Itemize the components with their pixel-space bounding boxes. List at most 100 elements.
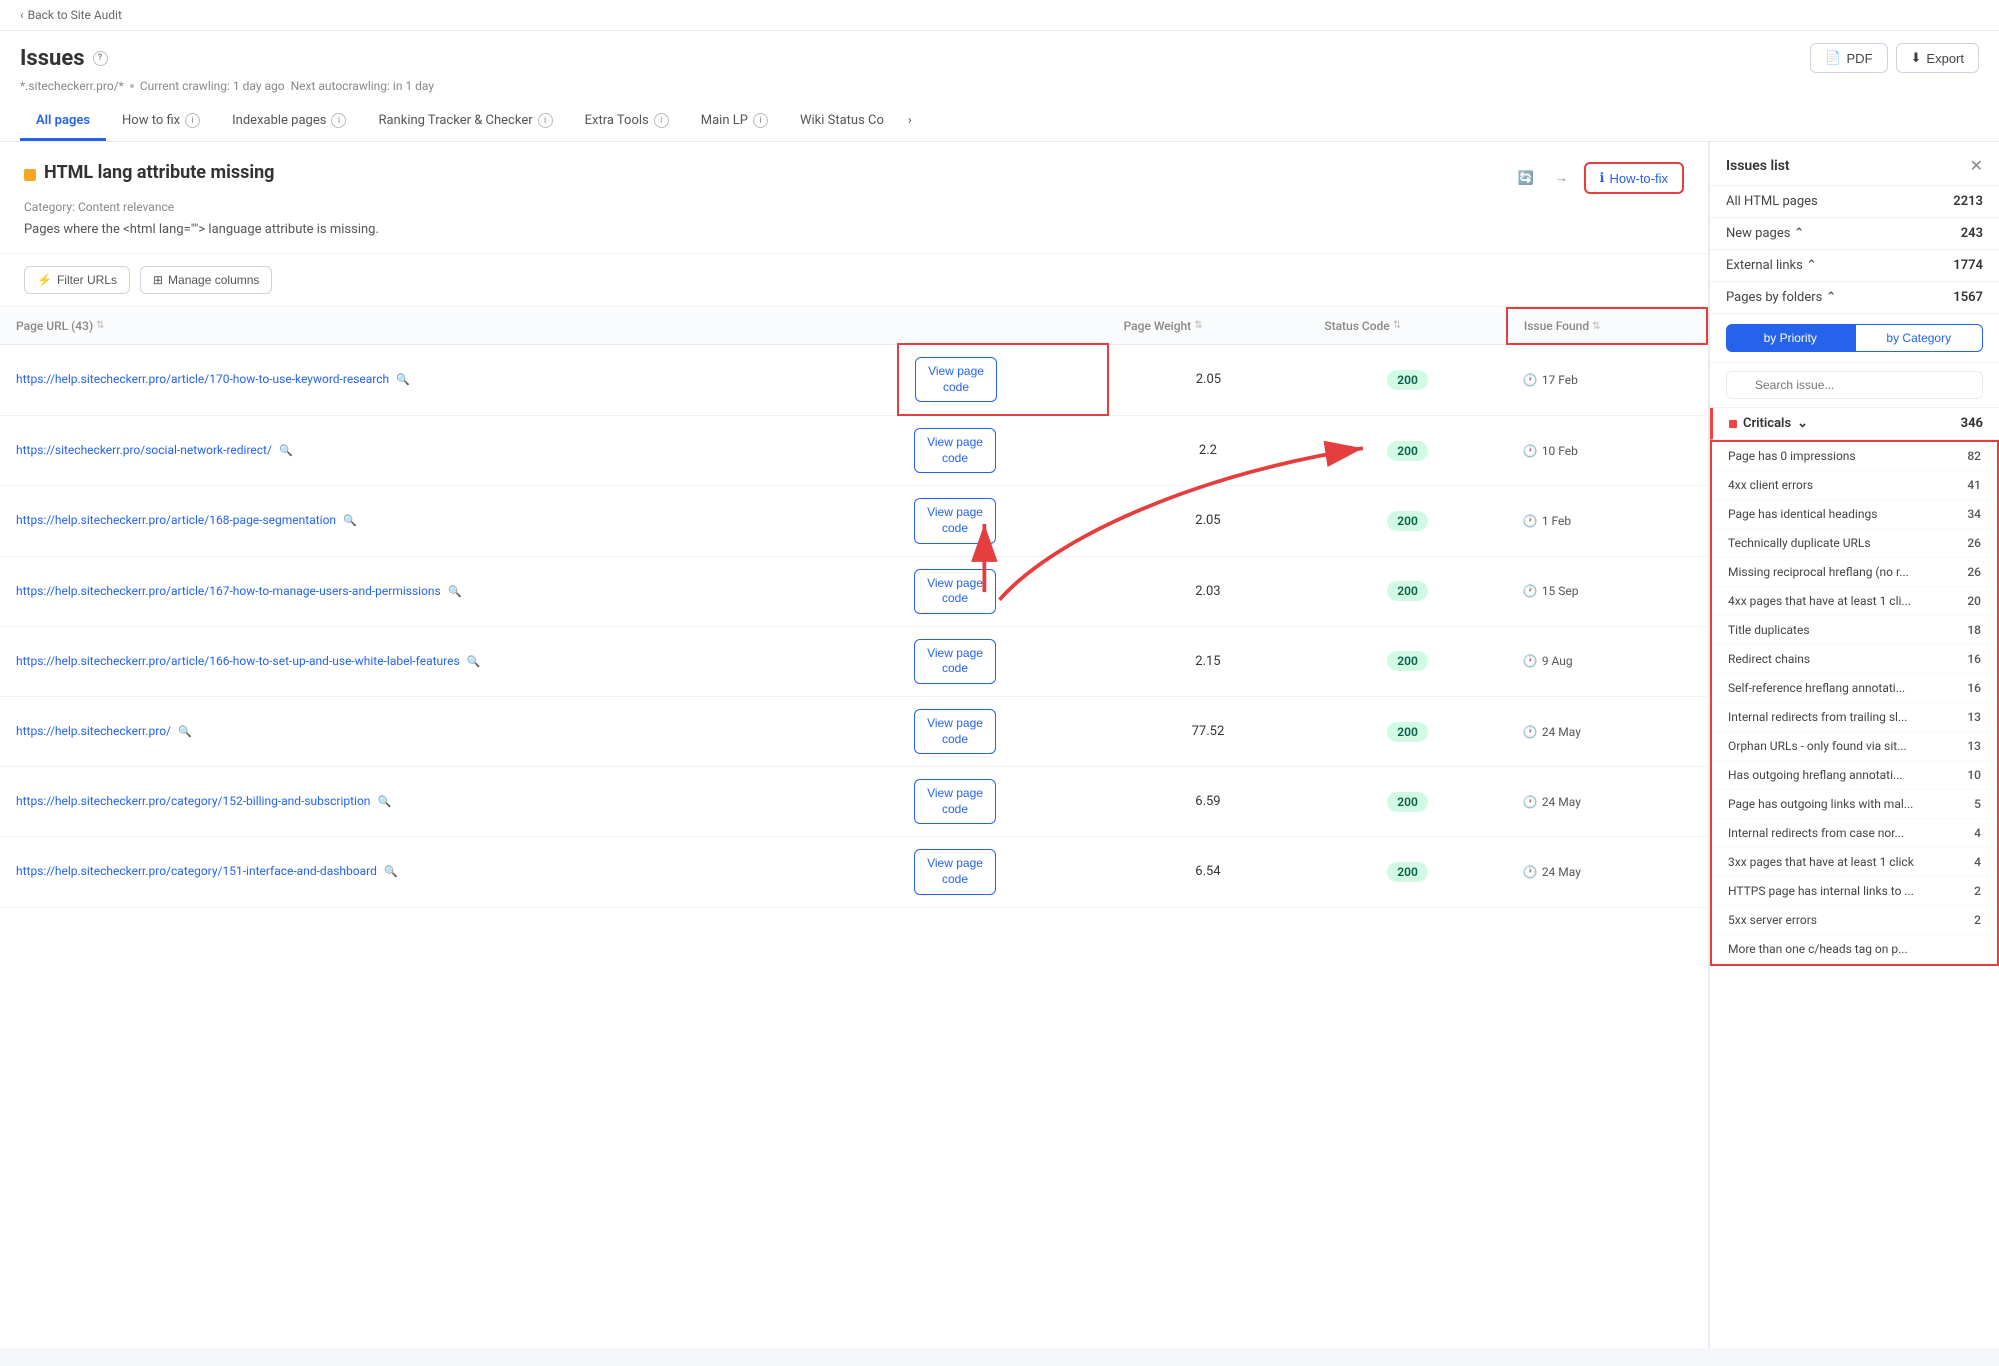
issue-item[interactable]: 3xx pages that have at least 1 click 4 bbox=[1712, 848, 1997, 877]
issue-item[interactable]: 5xx server errors 2 bbox=[1712, 906, 1997, 935]
col-status[interactable]: Status Code ⇅ bbox=[1308, 308, 1507, 344]
url-cell: https://help.sitecheckerr.pro/article/16… bbox=[0, 486, 898, 556]
back-link[interactable]: ‹ Back to Site Audit bbox=[20, 8, 122, 22]
issue-item-count: 26 bbox=[1967, 536, 1981, 550]
clock-icon: 🕐 bbox=[1523, 514, 1538, 528]
issue-item[interactable]: Internal redirects from trailing sl... 1… bbox=[1712, 703, 1997, 732]
url-link[interactable]: https://help.sitecheckerr.pro/article/17… bbox=[16, 372, 389, 386]
issue-item-count: 18 bbox=[1967, 623, 1981, 637]
issue-item-label: 3xx pages that have at least 1 click bbox=[1728, 855, 1914, 869]
tabs-more-button[interactable]: › bbox=[900, 103, 920, 141]
issue-item[interactable]: 4xx client errors 41 bbox=[1712, 471, 1997, 500]
url-link[interactable]: https://help.sitecheckerr.pro/category/1… bbox=[16, 794, 370, 808]
new-pages-count: 243 bbox=[1961, 226, 1983, 241]
issue-item-count: 16 bbox=[1967, 652, 1981, 666]
search-input[interactable] bbox=[1726, 371, 1983, 399]
by-category-tab[interactable]: by Category bbox=[1855, 324, 1984, 352]
view-page-code-button[interactable]: View pagecode bbox=[914, 849, 996, 894]
refresh-icon[interactable]: 🔄 bbox=[1512, 164, 1540, 192]
view-page-code-button[interactable]: View pagecode bbox=[915, 357, 997, 402]
table-row: https://help.sitecheckerr.pro/ 🔍 View pa… bbox=[0, 696, 1707, 766]
url-link[interactable]: https://help.sitecheckerr.pro/category/1… bbox=[16, 864, 377, 878]
tab-extra-tools[interactable]: Extra Tools i bbox=[569, 103, 685, 141]
weight-cell: 2.05 bbox=[1108, 344, 1309, 415]
view-page-code-button[interactable]: View pagecode bbox=[914, 498, 996, 543]
issue-item[interactable]: Missing reciprocal hreflang (no r... 26 bbox=[1712, 558, 1997, 587]
issue-item-count: 10 bbox=[1967, 768, 1981, 782]
issue-item[interactable]: Page has identical headings 34 bbox=[1712, 500, 1997, 529]
view-page-code-button[interactable]: View pagecode bbox=[914, 639, 996, 684]
tab-ranking-tracker[interactable]: Ranking Tracker & Checker i bbox=[362, 103, 568, 141]
issue-item-count: 4 bbox=[1974, 826, 1981, 840]
issue-actions: 🔄 → ℹ How-to-fix bbox=[1512, 162, 1684, 194]
status-cell: 200 bbox=[1308, 767, 1507, 837]
url-cell: https://help.sitecheckerr.pro/article/16… bbox=[0, 626, 898, 696]
filter-icon: ⚡ bbox=[37, 273, 52, 287]
by-priority-tab[interactable]: by Priority bbox=[1726, 324, 1855, 352]
url-cell: https://help.sitecheckerr.pro/category/1… bbox=[0, 767, 898, 837]
view-code-cell: View pagecode bbox=[898, 344, 1107, 415]
issue-item[interactable]: Internal redirects from case nor... 4 bbox=[1712, 819, 1997, 848]
main-lp-info-icon[interactable]: i bbox=[753, 113, 768, 128]
issue-item[interactable]: Redirect chains 16 bbox=[1712, 645, 1997, 674]
close-button[interactable]: ✕ bbox=[1970, 156, 1983, 175]
url-link[interactable]: https://help.sitecheckerr.pro/article/16… bbox=[16, 513, 336, 527]
tab-main-lp[interactable]: Main LP i bbox=[685, 103, 784, 141]
view-page-code-button[interactable]: View pagecode bbox=[914, 428, 996, 473]
col-issue-found[interactable]: Issue Found ⇅ bbox=[1507, 308, 1707, 344]
url-link[interactable]: https://help.sitecheckerr.pro/article/16… bbox=[16, 584, 441, 598]
export-button[interactable]: ⬇ Export bbox=[1896, 43, 1979, 73]
how-to-fix-info-icon[interactable]: i bbox=[185, 113, 200, 128]
tab-wiki-status[interactable]: Wiki Status Co bbox=[784, 103, 900, 141]
export-icon[interactable]: → bbox=[1548, 164, 1576, 192]
clock-icon: 🕐 bbox=[1523, 725, 1538, 739]
col-url[interactable]: Page URL (43) ⇅ bbox=[0, 308, 898, 344]
tab-all-pages[interactable]: All pages bbox=[20, 103, 106, 141]
chevron-down-icon: ⌄ bbox=[1797, 416, 1808, 431]
issue-item[interactable]: More than one c/heads tag on p... bbox=[1712, 935, 1997, 964]
col-weight[interactable]: Page Weight ⇅ bbox=[1108, 308, 1309, 344]
view-page-code-button[interactable]: View pagecode bbox=[914, 709, 996, 754]
view-page-code-button[interactable]: View pagecode bbox=[914, 569, 996, 614]
issue-item-label: Technically duplicate URLs bbox=[1728, 536, 1871, 550]
issue-item[interactable]: Self-reference hreflang annotati... 16 bbox=[1712, 674, 1997, 703]
url-link[interactable]: https://help.sitecheckerr.pro/article/16… bbox=[16, 654, 460, 668]
issue-item[interactable]: Page has 0 impressions 82 bbox=[1712, 442, 1997, 471]
stat-row-new-pages[interactable]: New pages ⌃ 243 bbox=[1710, 218, 1999, 250]
issue-item[interactable]: 4xx pages that have at least 1 cli... 20 bbox=[1712, 587, 1997, 616]
issue-item[interactable]: Page has outgoing links with mal... 5 bbox=[1712, 790, 1997, 819]
ranking-info-icon[interactable]: i bbox=[538, 113, 553, 128]
table-row: https://help.sitecheckerr.pro/article/17… bbox=[0, 344, 1707, 415]
weight-cell: 2.05 bbox=[1108, 486, 1309, 556]
stat-row-external-links[interactable]: External links ⌃ 1774 bbox=[1710, 250, 1999, 282]
indexable-info-icon[interactable]: i bbox=[331, 113, 346, 128]
url-link[interactable]: https://sitecheckerr.pro/social-network-… bbox=[16, 443, 272, 457]
issue-item[interactable]: Has outgoing hreflang annotati... 10 bbox=[1712, 761, 1997, 790]
table-row: https://sitecheckerr.pro/social-network-… bbox=[0, 415, 1707, 486]
issue-item[interactable]: HTTPS page has internal links to ... 2 bbox=[1712, 877, 1997, 906]
filter-urls-button[interactable]: ⚡ Filter URLs bbox=[24, 266, 130, 294]
issue-item-label: Page has identical headings bbox=[1728, 507, 1877, 521]
how-to-fix-button[interactable]: ℹ How-to-fix bbox=[1584, 162, 1684, 194]
date-cell: 🕐 24 May bbox=[1507, 767, 1707, 837]
stat-row-pages-folders[interactable]: Pages by folders ⌃ 1567 bbox=[1710, 282, 1999, 314]
weight-cell: 2.03 bbox=[1108, 556, 1309, 626]
tab-indexable-pages[interactable]: Indexable pages i bbox=[216, 103, 362, 141]
manage-columns-button[interactable]: ⊞ Manage columns bbox=[140, 266, 272, 294]
stat-row-all-pages[interactable]: All HTML pages 2213 bbox=[1710, 186, 1999, 218]
search-icon: 🔍 bbox=[384, 865, 398, 878]
data-table: Page URL (43) ⇅ Page Weight ⇅ bbox=[0, 307, 1708, 908]
issue-item[interactable]: Technically duplicate URLs 26 bbox=[1712, 529, 1997, 558]
issue-item[interactable]: Orphan URLs - only found via sit... 13 bbox=[1712, 732, 1997, 761]
title-info-icon[interactable]: ? bbox=[93, 51, 108, 66]
view-code-cell: View pagecode bbox=[898, 696, 1107, 766]
weight-cell: 6.59 bbox=[1108, 767, 1309, 837]
issue-item[interactable]: Title duplicates 18 bbox=[1712, 616, 1997, 645]
chevron-icon: ⌃ bbox=[1794, 226, 1805, 241]
view-page-code-button[interactable]: View pagecode bbox=[914, 779, 996, 824]
pdf-button[interactable]: 📄 PDF bbox=[1810, 43, 1887, 73]
extra-info-icon[interactable]: i bbox=[654, 113, 669, 128]
url-link[interactable]: https://help.sitecheckerr.pro/ bbox=[16, 724, 171, 738]
chevron-icon: ⌃ bbox=[1806, 258, 1817, 273]
tab-how-to-fix[interactable]: How to fix i bbox=[106, 103, 216, 141]
